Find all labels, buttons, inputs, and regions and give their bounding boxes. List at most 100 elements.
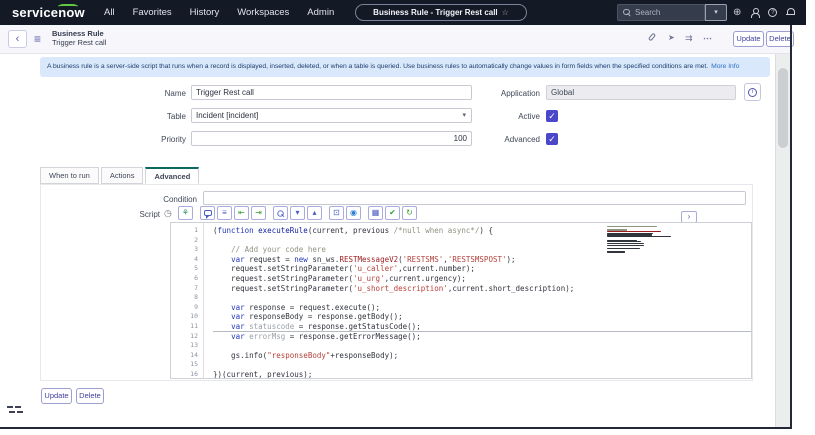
attachment-icon[interactable] <box>650 33 654 43</box>
editor-gutter: 12345678910111213141516 <box>171 223 204 378</box>
page-scrollbar[interactable] <box>775 54 790 427</box>
uncomment-button[interactable]: ⇤ <box>234 206 249 220</box>
nav-item-admin[interactable]: Admin <box>307 7 334 18</box>
activity-stream-icon[interactable]: ⇉ <box>685 33 693 44</box>
code-line: request.setStringParameter('u_short_desc… <box>213 284 751 294</box>
global-search[interactable] <box>617 4 705 21</box>
line-number: 15 <box>171 360 203 370</box>
search-button[interactable] <box>273 206 288 220</box>
navbar-icon-group: ⊕ <box>733 0 795 25</box>
api-reference-button[interactable]: ◉ <box>346 206 361 220</box>
update-button-footer[interactable]: Update <box>41 388 72 404</box>
nav-item-all[interactable]: All <box>104 7 115 18</box>
search-icon <box>277 210 283 216</box>
back-button[interactable]: ‹ <box>8 30 27 48</box>
check-syntax-button[interactable]: ✔ <box>385 206 400 220</box>
nav-item-history[interactable]: History <box>190 7 220 18</box>
window-bottom-edge <box>0 427 792 429</box>
more-options-icon[interactable]: ⋯ <box>703 33 712 44</box>
comment-toggle-button[interactable] <box>200 206 215 220</box>
globe-icon[interactable]: ⊕ <box>733 8 741 18</box>
script-editor[interactable]: 12345678910111213141516 (function execut… <box>170 222 752 379</box>
code-line: var errorMsg = response.getErrorMessage(… <box>213 332 751 342</box>
clock-icon: ◷ <box>164 208 172 219</box>
info-banner-text: A business rule is a server-side script … <box>47 63 708 70</box>
code-line <box>213 293 751 303</box>
minimap-line <box>607 243 644 244</box>
line-number: 9 <box>171 303 203 313</box>
top-navbar: servicenow All Favorites History Workspa… <box>0 0 806 25</box>
fullscreen-button[interactable]: ⊡ <box>329 206 344 220</box>
name-label: Name <box>60 89 186 98</box>
line-number: 7 <box>171 284 203 294</box>
tab-actions[interactable]: Actions <box>101 167 144 184</box>
condition-label: Condition <box>80 195 197 204</box>
advanced-label: Advanced <box>420 135 540 144</box>
scrollbar-thumb[interactable] <box>778 68 788 148</box>
table-label: Table <box>60 112 186 121</box>
minimap-line <box>607 248 640 249</box>
line-number: 14 <box>171 351 203 361</box>
code-line: })(current, previous); <box>213 370 751 379</box>
line-number: 10 <box>171 312 203 322</box>
advanced-checkbox[interactable] <box>546 133 558 145</box>
code-line: request.setStringParameter('u_caller',cu… <box>213 264 751 274</box>
minimap-line <box>607 238 677 239</box>
priority-label: Priority <box>60 135 186 144</box>
paperclip-icon <box>648 33 656 42</box>
favorite-star-icon[interactable]: ☆ <box>502 8 509 17</box>
more-info-link[interactable]: More Info <box>711 63 739 70</box>
line-number: 6 <box>171 274 203 284</box>
search-scope-dropdown[interactable]: ▾ <box>705 4 727 21</box>
code-line: var responseBody = response.getBody(); <box>213 312 751 322</box>
line-number: 5 <box>171 264 203 274</box>
context-pill-label: Business Rule - Trigger Rest call <box>373 8 497 17</box>
table-select-value: Incident [incident] <box>196 111 258 120</box>
share-icon[interactable]: ➤ <box>668 33 675 42</box>
code-line: request.setStringParameter('u_urg',curre… <box>213 274 751 284</box>
nav-item-workspaces[interactable]: Workspaces <box>237 7 289 18</box>
logo-green-accent <box>58 4 78 9</box>
nav-item-favorites[interactable]: Favorites <box>133 7 172 18</box>
help-icon[interactable] <box>768 8 777 17</box>
save-button[interactable]: ▦ <box>368 206 383 220</box>
format-code-button[interactable]: ≡ <box>217 206 232 220</box>
search-input[interactable] <box>635 8 695 17</box>
code-line: var response = request.execute(); <box>213 303 751 313</box>
active-checkbox[interactable] <box>546 110 558 122</box>
editor-minimap <box>607 226 677 253</box>
line-number: 13 <box>171 341 203 351</box>
search-icon <box>623 9 631 17</box>
notifications-icon[interactable] <box>786 8 795 17</box>
update-button-header[interactable]: Update <box>733 31 764 47</box>
window-right-edge <box>790 25 792 429</box>
application-label: Application <box>420 89 540 98</box>
line-number: 3 <box>171 245 203 255</box>
condition-field[interactable] <box>203 191 746 205</box>
replace-all-button[interactable]: ↻ <box>402 206 417 220</box>
find-next-button[interactable]: ▾ <box>290 206 305 220</box>
line-number: 8 <box>171 293 203 303</box>
application-field: Global <box>546 85 736 100</box>
tab-advanced[interactable]: Advanced <box>145 167 199 184</box>
contact-icon[interactable] <box>750 8 759 17</box>
context-pill[interactable]: Business Rule - Trigger Rest call ☆ <box>355 4 527 21</box>
find-previous-button[interactable]: ▴ <box>307 206 322 220</box>
form-context-menu-icon[interactable]: ≡ <box>34 32 41 46</box>
active-label: Active <box>420 112 540 121</box>
script-label: Script <box>100 210 160 219</box>
app-window: servicenow All Favorites History Workspa… <box>0 0 815 435</box>
line-number: 2 <box>171 236 203 246</box>
response-time-icon[interactable] <box>7 405 23 415</box>
code-line <box>213 341 751 351</box>
info-circle-icon <box>748 88 757 97</box>
syntax-editor-toggle-button[interactable]: ⚘ <box>178 206 193 220</box>
code-line: gs.info("responseBody"+responseBody); <box>213 351 751 361</box>
info-banner: A business rule is a server-side script … <box>40 57 770 77</box>
indent-button[interactable]: ⇥ <box>251 206 266 220</box>
application-info-button[interactable] <box>744 83 761 101</box>
delete-button-footer[interactable]: Delete <box>76 388 104 404</box>
code-line <box>213 360 751 370</box>
tab-when-to-run[interactable]: When to run <box>40 167 99 184</box>
code-line: var request = new sn_ws.RESTMessageV2('R… <box>213 255 751 265</box>
